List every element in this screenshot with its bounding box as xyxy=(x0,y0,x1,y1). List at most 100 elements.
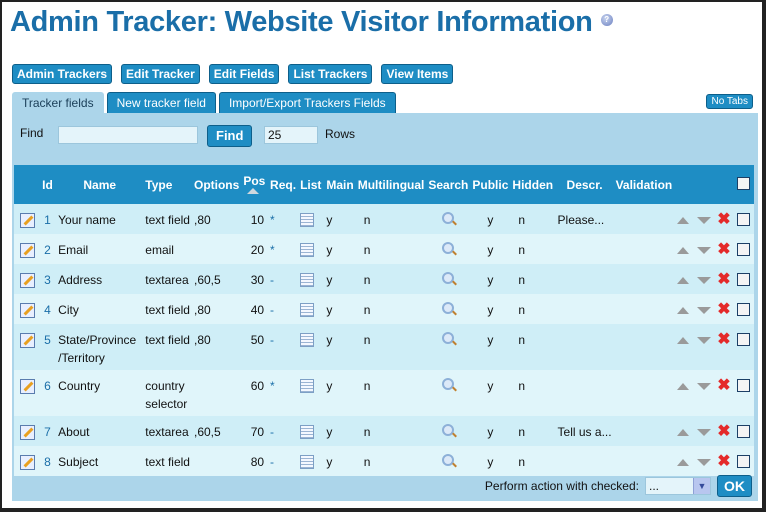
row-checkbox[interactable] xyxy=(737,243,751,256)
edit-icon[interactable] xyxy=(20,213,35,228)
field-type: text field xyxy=(145,333,190,347)
row-checkbox[interactable] xyxy=(737,455,751,468)
field-id[interactable]: 5 xyxy=(39,324,56,370)
delete-icon[interactable]: ✖ xyxy=(717,377,730,394)
row-checkbox[interactable] xyxy=(737,303,751,316)
field-id[interactable]: 2 xyxy=(39,234,56,264)
list-icon[interactable] xyxy=(300,273,315,287)
search-icon xyxy=(442,302,455,314)
edit-icon[interactable] xyxy=(20,455,35,470)
delete-icon[interactable]: ✖ xyxy=(717,271,730,288)
list-trackers-button[interactable]: List Trackers xyxy=(288,64,373,84)
ok-button[interactable]: OK xyxy=(717,475,752,497)
no-tabs-button[interactable]: No Tabs xyxy=(706,94,753,109)
action-select[interactable]: ... ▼ xyxy=(645,477,711,495)
row-checkbox[interactable] xyxy=(737,213,751,226)
row-checkbox[interactable] xyxy=(737,273,751,286)
header-id[interactable]: Id xyxy=(39,165,56,204)
field-name: Subject xyxy=(58,455,99,469)
delete-icon[interactable]: ✖ xyxy=(717,331,730,348)
move-up-icon[interactable] xyxy=(677,307,690,314)
move-down-icon[interactable] xyxy=(697,247,712,254)
tab-import-export[interactable]: Import/Export Trackers Fields xyxy=(218,92,396,113)
delete-cell: ✖ xyxy=(715,204,735,234)
row-checkbox[interactable] xyxy=(737,425,751,438)
field-id[interactable]: 7 xyxy=(39,416,56,446)
view-items-button[interactable]: View Items xyxy=(381,64,454,84)
header-search[interactable]: Search xyxy=(426,165,470,204)
header-descr[interactable]: Descr. xyxy=(556,165,614,204)
header-hidden[interactable]: Hidden xyxy=(510,165,555,204)
find-button[interactable]: Find xyxy=(207,125,253,147)
header-pos[interactable]: Pos xyxy=(241,165,268,204)
tab-tracker-fields[interactable]: Tracker fields xyxy=(12,92,104,115)
edit-icon[interactable] xyxy=(20,333,35,348)
header-type[interactable]: Type xyxy=(143,165,192,204)
delete-icon[interactable]: ✖ xyxy=(717,211,730,228)
move-down-icon[interactable] xyxy=(697,217,712,224)
field-options xyxy=(192,234,241,264)
move-up-icon[interactable] xyxy=(677,337,690,344)
header-name[interactable]: Name xyxy=(56,165,143,204)
header-validation[interactable]: Validation xyxy=(614,165,676,204)
field-name-cell: State/Province/Territory xyxy=(56,324,143,370)
header-multilingual[interactable]: Multilingual xyxy=(356,165,427,204)
field-id[interactable]: 1 xyxy=(39,204,56,234)
move-down-icon[interactable] xyxy=(697,459,712,466)
move-up-icon[interactable] xyxy=(677,383,690,390)
list-cell xyxy=(298,370,324,416)
move-down-icon[interactable] xyxy=(697,429,712,436)
field-id[interactable]: 8 xyxy=(39,446,56,476)
field-id[interactable]: 6 xyxy=(39,370,56,416)
field-id[interactable]: 3 xyxy=(39,264,56,294)
tab-new-tracker-field[interactable]: New tracker field xyxy=(106,92,216,113)
move-down-icon[interactable] xyxy=(697,383,712,390)
delete-icon[interactable]: ✖ xyxy=(717,241,730,258)
move-up-icon[interactable] xyxy=(677,429,690,436)
edit-icon[interactable] xyxy=(20,379,35,394)
edit-fields-button[interactable]: Edit Fields xyxy=(208,64,280,84)
field-name-cell: Subject xyxy=(56,446,143,476)
list-icon[interactable] xyxy=(300,455,315,469)
move-down-icon[interactable] xyxy=(697,307,712,314)
list-icon[interactable] xyxy=(300,425,315,439)
header-req[interactable]: Req. xyxy=(268,165,298,204)
edit-tracker-button[interactable]: Edit Tracker xyxy=(121,64,200,84)
chevron-down-icon[interactable]: ▼ xyxy=(693,478,710,494)
help-icon[interactable]: ? xyxy=(600,14,613,27)
field-name-cont: /Territory xyxy=(58,351,105,365)
field-id[interactable]: 4 xyxy=(39,294,56,324)
edit-icon[interactable] xyxy=(20,303,35,318)
row-checkbox[interactable] xyxy=(737,333,751,346)
delete-icon[interactable]: ✖ xyxy=(717,423,730,440)
move-down-cell xyxy=(695,416,715,446)
move-up-icon[interactable] xyxy=(677,459,690,466)
header-options[interactable]: Options xyxy=(192,165,241,204)
admin-trackers-button[interactable]: Admin Trackers xyxy=(12,64,113,84)
sort-ascending-icon[interactable] xyxy=(247,188,260,194)
select-all-checkbox[interactable] xyxy=(737,176,751,190)
list-icon[interactable] xyxy=(300,243,315,257)
field-type-cell: text field xyxy=(143,204,192,234)
list-icon[interactable] xyxy=(300,379,315,393)
rows-input[interactable]: 25 xyxy=(264,126,318,144)
edit-icon[interactable] xyxy=(20,273,35,288)
move-down-icon[interactable] xyxy=(697,277,712,284)
move-down-icon[interactable] xyxy=(697,337,712,344)
row-checkbox[interactable] xyxy=(737,379,751,392)
list-icon[interactable] xyxy=(300,213,315,227)
move-up-icon[interactable] xyxy=(677,277,690,284)
move-up-icon[interactable] xyxy=(677,247,690,254)
header-public[interactable]: Public xyxy=(470,165,510,204)
delete-icon[interactable]: ✖ xyxy=(717,453,730,470)
edit-icon[interactable] xyxy=(20,425,35,440)
list-icon[interactable] xyxy=(300,333,315,347)
delete-icon[interactable]: ✖ xyxy=(717,301,730,318)
find-input[interactable] xyxy=(58,126,198,144)
header-list[interactable]: List xyxy=(298,165,324,204)
edit-icon[interactable] xyxy=(20,243,35,258)
list-icon[interactable] xyxy=(300,303,315,317)
header-main[interactable]: Main xyxy=(324,165,355,204)
field-pos: 60 xyxy=(250,379,265,393)
move-up-icon[interactable] xyxy=(677,217,690,224)
